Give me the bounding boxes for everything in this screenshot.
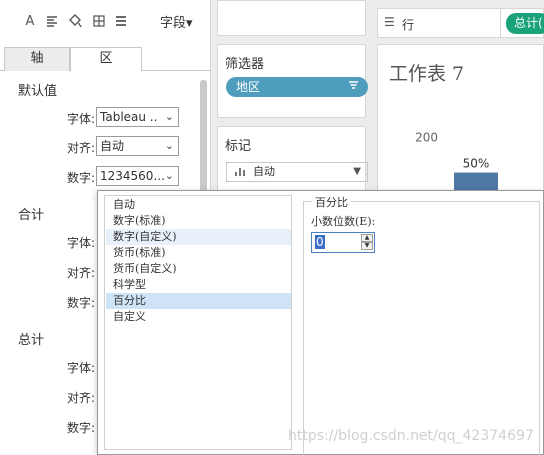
format-list: 自动 数字(标准) 数字(自定义) 货币(标准) 货币(自定义) 科学型 百分比 自定义	[104, 195, 292, 450]
default-font-dropdown[interactable]: Tableau .. ⌄	[96, 107, 179, 127]
borders-icon[interactable]	[91, 13, 107, 29]
grandtotal-align-label: 对齐:	[66, 391, 95, 405]
font-icon[interactable]: A	[22, 13, 38, 29]
chevron-down-icon: ⌄	[164, 110, 174, 123]
filters-card: 筛选器 地区	[217, 44, 368, 118]
format-list-item[interactable]: 数字(自定义)	[106, 229, 291, 245]
decimal-places-input[interactable]: 0 ▲ ▼	[311, 232, 375, 253]
format-list-item[interactable]: 自动	[106, 197, 291, 213]
decimal-places-label: 小数位数(E):	[311, 215, 376, 228]
default-number-value: 1234560...	[100, 169, 165, 183]
format-list-item[interactable]: 数字(标准)	[106, 213, 291, 229]
number-format-popup: 自动 数字(标准) 数字(自定义) 货币(标准) 货币(自定义) 科学型 百分比 自定义 百分…	[97, 190, 544, 455]
marks-title: 标记	[225, 139, 252, 154]
format-list-item[interactable]: 科学型	[106, 277, 291, 293]
marks-card: 标记 自动 ▼	[217, 126, 368, 196]
pages-card	[217, 0, 366, 36]
subtotal-number-label: 数字:	[66, 296, 95, 310]
options-title: 百分比	[312, 194, 351, 210]
spin-down-icon[interactable]: ▼	[361, 242, 373, 250]
default-align-value: 自动	[100, 139, 125, 153]
format-toolbar: A 字段▾	[0, 0, 211, 44]
section-subtotal-title: 合计	[18, 208, 45, 223]
align-icon[interactable]	[44, 13, 60, 29]
tab-pane[interactable]: 区	[70, 47, 142, 72]
subtotal-align-label: 对齐:	[66, 266, 95, 280]
filter-pill-region[interactable]: 地区	[226, 77, 368, 97]
default-align-dropdown[interactable]: 自动 ⌄	[96, 136, 179, 156]
default-font-label: 字体:	[66, 112, 95, 126]
chevron-down-icon: ⌄	[164, 169, 174, 182]
bar-chart-icon	[235, 165, 248, 183]
rows-label: 行	[402, 18, 415, 32]
format-list-item[interactable]: 货币(自定义)	[106, 261, 291, 277]
default-font-value: Tableau ..	[100, 110, 158, 124]
y-tick-label: 200	[415, 131, 438, 145]
filter-icon	[348, 77, 359, 97]
chevron-down-icon: ⌄	[164, 139, 174, 152]
decimal-spinner: ▲ ▼	[361, 234, 373, 251]
tab-axis[interactable]: 轴	[4, 47, 70, 71]
rows-icon: ☰	[384, 15, 395, 29]
default-number-dropdown[interactable]: 1234560... ⌄	[96, 166, 179, 186]
format-list-item[interactable]: 自定义	[106, 309, 291, 325]
format-list-item[interactable]: 百分比	[106, 293, 291, 309]
format-list-item[interactable]: 货币(标准)	[106, 245, 291, 261]
spin-up-icon[interactable]: ▲	[361, 234, 373, 242]
lines-icon[interactable]	[113, 13, 129, 29]
grandtotal-number-label: 数字:	[66, 421, 95, 435]
percentage-options-group: 百分比 小数位数(E): 0 ▲ ▼	[303, 194, 540, 455]
shading-icon[interactable]	[67, 13, 83, 29]
fields-dropdown[interactable]: 字段▾	[160, 12, 193, 31]
section-grandtotal-title: 总计	[18, 333, 45, 348]
section-default-title: 默认值	[18, 84, 58, 99]
rows-pill-total[interactable]: 总计(	[506, 13, 544, 34]
default-number-label: 数字:	[66, 171, 95, 185]
chevron-down-icon: ▼	[353, 166, 361, 177]
filter-pill-label: 地区	[236, 80, 261, 94]
rows-shelf[interactable]: ☰ 行 总计(	[377, 8, 544, 38]
format-tabs: 轴 区	[0, 47, 211, 72]
bar-data-label: 50%	[463, 157, 490, 171]
filters-title: 筛选器	[225, 57, 265, 72]
default-align-label: 对齐:	[66, 141, 95, 155]
watermark-text: https://blog.csdn.net/qq_42374697	[288, 428, 534, 444]
grandtotal-font-label: 字体:	[66, 361, 95, 375]
mark-type-dropdown[interactable]: 自动 ▼	[226, 162, 368, 182]
shelf-divider	[500, 9, 501, 37]
sheet-title: 工作表 7	[389, 63, 465, 85]
subtotal-font-label: 字体:	[66, 236, 95, 250]
mark-type-value: 自动	[253, 165, 275, 178]
decimal-places-value: 0	[315, 235, 325, 249]
